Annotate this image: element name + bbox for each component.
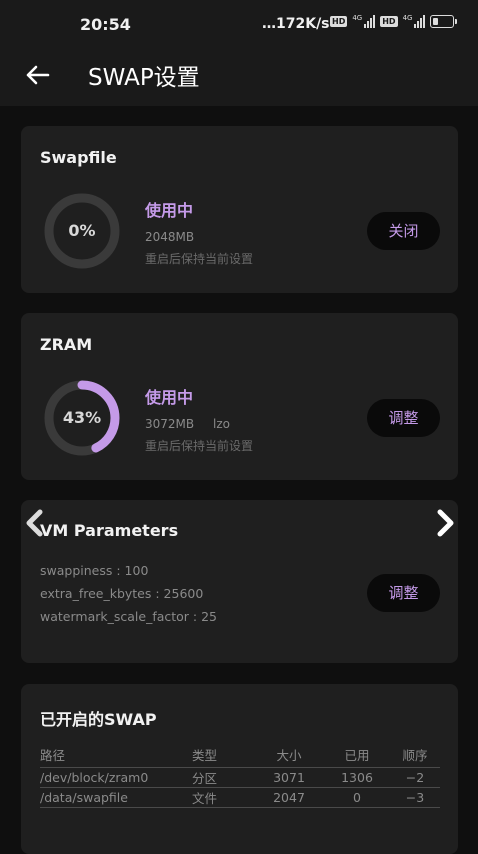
zram-percent: 43% <box>62 408 102 427</box>
adjust-vm-button[interactable]: 调整 <box>367 574 440 612</box>
swapfile-note: 重启后保持当前设置 <box>145 252 254 266</box>
zram-note: 重启后保持当前设置 <box>145 439 254 453</box>
swapfile-card: Swapfile 0% 使用中 2048MB 重启后保持当前设置 关闭 <box>21 126 458 293</box>
cell-size: 2047 <box>254 787 324 808</box>
cell-used: 1306 <box>324 767 390 788</box>
zram-algorithm: lzo <box>213 417 230 431</box>
status-bar: 20:54 …172K/s HD 4G HD 4G <box>0 0 478 50</box>
cell-used: 0 <box>324 787 390 808</box>
table-row: /data/swapfile 文件 2047 0 −3 <box>40 787 440 808</box>
arrow-left-icon[interactable] <box>22 60 52 90</box>
hd-badge: HD <box>330 15 348 27</box>
swapfile-percent: 0% <box>68 221 96 240</box>
swapfile-title: Swapfile <box>40 148 117 167</box>
status-time: 20:54 <box>80 15 131 34</box>
adjust-zram-button[interactable]: 调整 <box>367 399 440 437</box>
active-swaps-card: 已开启的SWAP 路径 类型 大小 已用 顺序 /dev/block/zram0… <box>21 684 458 854</box>
active-swaps-table: 路径 类型 大小 已用 顺序 /dev/block/zram0 分区 3071 … <box>40 745 440 808</box>
status-icons: HD 4G HD 4G <box>330 14 458 28</box>
cell-path: /data/swapfile <box>40 787 192 808</box>
col-size: 大小 <box>254 745 324 768</box>
vm-param-extra-free-kbytes: extra_free_kbytes : 25600 <box>40 586 204 601</box>
vm-param-swappiness: swappiness : 100 <box>40 563 149 578</box>
swapfile-size: 2048MB <box>145 230 195 244</box>
vm-parameters-card: VM Parameters swappiness : 100 extra_fre… <box>21 500 458 663</box>
hd-badge-2: HD <box>380 15 398 27</box>
signal-icon <box>364 14 376 28</box>
chevron-right-icon[interactable] <box>432 508 458 538</box>
active-swaps-title: 已开启的SWAP <box>40 710 157 729</box>
close-swapfile-button[interactable]: 关闭 <box>367 212 440 250</box>
col-type: 类型 <box>192 745 254 768</box>
cell-path: /dev/block/zram0 <box>40 767 192 788</box>
vm-parameters-title: VM Parameters <box>40 521 179 540</box>
battery-icon <box>430 14 458 28</box>
cell-size: 3071 <box>254 767 324 788</box>
app-bar: SWAP设置 <box>0 50 478 106</box>
col-used: 已用 <box>324 745 390 768</box>
page-title: SWAP设置 <box>88 65 200 91</box>
zram-usage-ring: 43% <box>43 379 121 457</box>
swapfile-status: 使用中 <box>145 201 194 220</box>
cell-type: 文件 <box>192 787 254 808</box>
col-path: 路径 <box>40 745 192 768</box>
vm-param-watermark-scale-factor: watermark_scale_factor : 25 <box>40 609 218 624</box>
cell-type: 分区 <box>192 767 254 788</box>
zram-card: ZRAM 43% 使用中 3072MB lzo 重启后保持当前设置 调整 <box>21 313 458 480</box>
zram-size: 3072MB <box>145 417 195 431</box>
chevron-left-icon[interactable] <box>22 508 48 538</box>
zram-status: 使用中 <box>145 388 194 407</box>
cell-order: −2 <box>390 767 440 788</box>
table-row: /dev/block/zram0 分区 3071 1306 −2 <box>40 767 440 788</box>
network-gen-label: 4G <box>352 14 363 22</box>
zram-title: ZRAM <box>40 335 93 354</box>
cell-order: −3 <box>390 787 440 808</box>
network-gen-label-2: 4G <box>402 14 413 22</box>
col-order: 顺序 <box>390 745 440 768</box>
network-speed: …172K/s <box>262 16 330 32</box>
swapfile-usage-ring: 0% <box>43 192 121 270</box>
signal-icon-2 <box>414 14 426 28</box>
table-header-row: 路径 类型 大小 已用 顺序 <box>40 745 440 768</box>
